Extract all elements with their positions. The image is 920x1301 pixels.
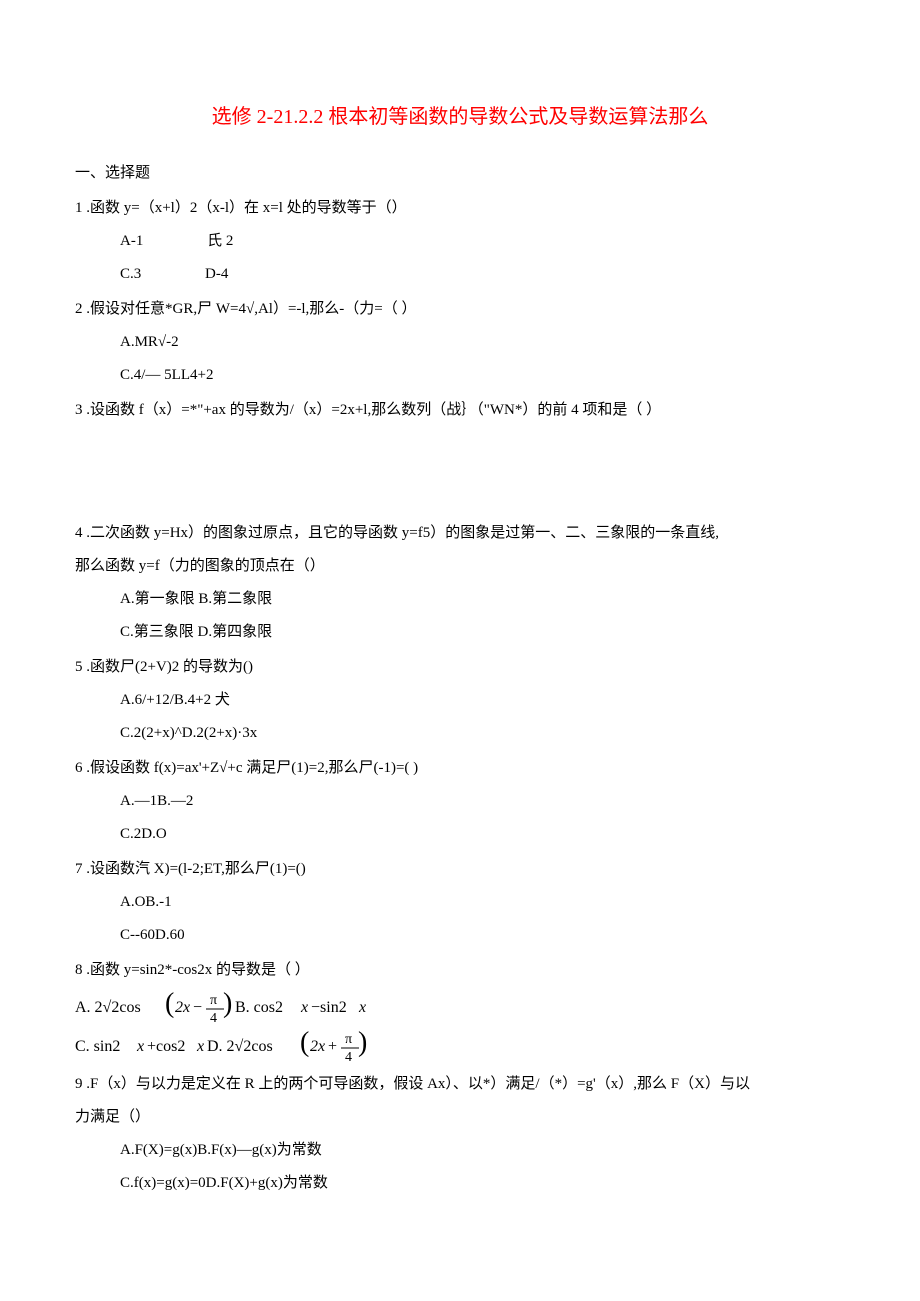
svg-text:x: x (196, 1038, 204, 1055)
q7-optA: A.OB.-1 (120, 886, 845, 919)
q2-stem: 2 .假设对任意*GR,尸 W=4√,Al）=-l,那么-（力=（ ） (75, 293, 845, 326)
section-header: 一、选择题 (75, 157, 845, 190)
svg-text:4: 4 (210, 1011, 217, 1026)
q7-stem: 7 .设函数汽 X)=(l-2;ET,那么尸(1)=() (75, 853, 845, 886)
question-9: 9 .F（x）与以力是定义在 R 上的两个可导函数，假设 Ax）、以*）满足/（… (75, 1068, 845, 1200)
svg-text:+cos2: +cos2 (147, 1038, 185, 1055)
question-4: 4 .二次函数 y=Hx）的图象过原点，且它的导函数 y=f5）的图象是过第一、… (75, 517, 845, 649)
q8-formula-cd: C. sin2 x +cos2 x D. 2√2cos ( 2x + π 4 ) (75, 1029, 845, 1065)
q9-optC: C.f(x)=g(x)=0D.F(X)+g(x)为常数 (120, 1167, 845, 1200)
q1-optA: A-1 (120, 233, 143, 249)
svg-text:): ) (223, 990, 232, 1019)
q4-optC: C.第三象限 D.第四象限 (120, 616, 845, 649)
svg-text:): ) (358, 1029, 367, 1058)
q5-optA: A.6/+12/B.4+2 犬 (120, 684, 845, 717)
svg-text:D. 2√2cos: D. 2√2cos (207, 1038, 273, 1055)
q3-stem: 3 .设函数 f（x）=*"+ax 的导数为/（x）=2x+l,那么数列（战｝（… (75, 394, 845, 427)
q5-optC: C.2(2+x)^D.2(2+x)·3x (120, 717, 845, 750)
svg-text:B. cos2: B. cos2 (235, 999, 283, 1016)
svg-text:(: ( (165, 990, 174, 1019)
svg-text:−: − (193, 999, 202, 1016)
q1-optB: 氏 2 (207, 233, 233, 249)
svg-text:+: + (328, 1038, 337, 1055)
q1-options-row1: A-1 氏 2 (120, 225, 845, 258)
svg-text:C. sin2: C. sin2 (75, 1038, 120, 1055)
q4-optA: A.第一象限 B.第二象限 (120, 583, 845, 616)
q2-optA: A.MR√-2 (120, 326, 845, 359)
q2-optC: C.4/— 5LL4+2 (120, 359, 845, 392)
question-6: 6 .假设函数 f(x)=ax'+Z√+c 满足尸(1)=2,那么尸(-1)=(… (75, 752, 845, 851)
q6-optA: A.—1B.—2 (120, 785, 845, 818)
svg-text:−sin2: −sin2 (311, 999, 347, 1016)
q8-stem: 8 .函数 y=sin2*-cos2x 的导数是（ ） (75, 954, 845, 987)
question-8: 8 .函数 y=sin2*-cos2x 的导数是（ ） (75, 954, 845, 987)
q1-stem: 1 .函数 y=（x+l）2（x-l）在 x=l 处的导数等于（） (75, 192, 845, 225)
q6-stem: 6 .假设函数 f(x)=ax'+Z√+c 满足尸(1)=2,那么尸(-1)=(… (75, 752, 845, 785)
doc-title: 选修 2-21.2.2 根本初等函数的导数公式及导数运算法那么 (75, 95, 845, 139)
svg-text:x: x (300, 999, 308, 1016)
svg-text:2x: 2x (175, 999, 190, 1016)
svg-text:A. 2√2cos: A. 2√2cos (75, 999, 141, 1016)
svg-text:(: ( (300, 1029, 309, 1058)
svg-text:x: x (358, 999, 366, 1016)
question-5: 5 .函数尸(2+V)2 的导数为() A.6/+12/B.4+2 犬 C.2(… (75, 651, 845, 750)
question-7: 7 .设函数汽 X)=(l-2;ET,那么尸(1)=() A.OB.-1 C--… (75, 853, 845, 952)
question-2: 2 .假设对任意*GR,尸 W=4√,Al）=-l,那么-（力=（ ） A.MR… (75, 293, 845, 392)
svg-text:π: π (210, 993, 217, 1008)
q8-formula-ab: A. 2√2cos ( 2x − π 4 ) B. cos2 x −sin2 x (75, 990, 845, 1026)
q9-stem1: 9 .F（x）与以力是定义在 R 上的两个可导函数，假设 Ax）、以*）满足/（… (75, 1068, 845, 1101)
svg-text:2x: 2x (310, 1038, 325, 1055)
q1-optC: C.3 (120, 266, 141, 282)
q6-optC: C.2D.O (120, 818, 845, 851)
svg-text:π: π (345, 1032, 352, 1047)
q9-optA: A.F(X)=g(x)B.F(x)—g(x)为常数 (120, 1134, 845, 1167)
question-1: 1 .函数 y=（x+l）2（x-l）在 x=l 处的导数等于（） A-1 氏 … (75, 192, 845, 291)
question-3: 3 .设函数 f（x）=*"+ax 的导数为/（x）=2x+l,那么数列（战｝（… (75, 394, 845, 427)
q1-optD: D-4 (205, 266, 228, 282)
q4-stem2: 那么函数 y=f（力的图象的顶点在（） (75, 550, 845, 583)
svg-text:4: 4 (345, 1050, 352, 1065)
svg-text:x: x (136, 1038, 144, 1055)
q4-stem1: 4 .二次函数 y=Hx）的图象过原点，且它的导函数 y=f5）的图象是过第一、… (75, 517, 845, 550)
q1-options-row2: C.3 D-4 (120, 258, 845, 291)
q9-stem2: 力满足（） (75, 1101, 845, 1134)
q7-optC: C--60D.60 (120, 919, 845, 952)
q5-stem: 5 .函数尸(2+V)2 的导数为() (75, 651, 845, 684)
